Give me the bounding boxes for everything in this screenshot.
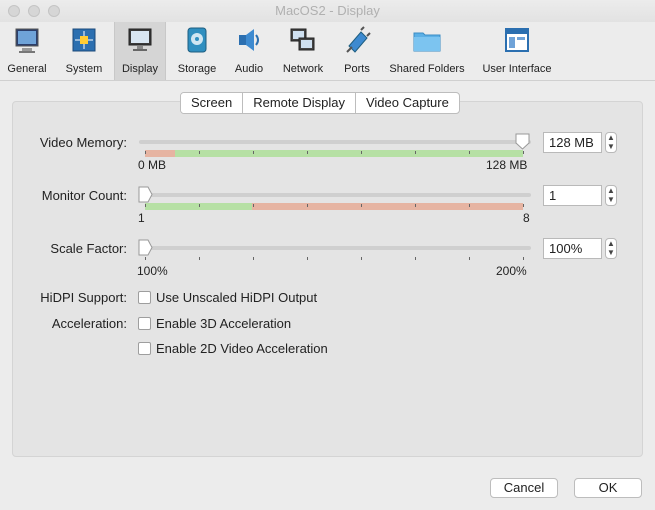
toolbar-shared-folders[interactable]: Shared Folders (388, 22, 466, 80)
scale-factor-tick (415, 257, 416, 260)
video-memory-ok-range (175, 150, 523, 157)
scale-factor-tick (523, 257, 524, 260)
enable-2d-acceleration-checkbox[interactable] (138, 342, 151, 355)
monitor-count-tick (415, 204, 416, 207)
scale-factor-label: Scale Factor: (50, 241, 127, 256)
toolbar-audio[interactable]: Audio (230, 22, 268, 80)
monitor-count-max: 8 (523, 211, 530, 225)
scale-factor-tick (361, 257, 362, 260)
hidpi-unscaled-checkbox[interactable] (138, 291, 151, 304)
video-memory-tick (469, 151, 470, 154)
tab-remote-display[interactable]: Remote Display (242, 93, 355, 113)
scale-factor-slider-knob[interactable] (138, 239, 153, 256)
hidpi-support-label: HiDPI Support: (40, 290, 127, 305)
toolbar-display[interactable]: Display (114, 22, 166, 80)
title-bar: MacOS2 - Display (0, 0, 655, 22)
video-memory-track (139, 140, 531, 144)
scale-factor-field[interactable]: 100% (543, 238, 602, 259)
monitor-count-tick (523, 204, 524, 207)
video-memory-low-range (145, 150, 175, 157)
minimize-window-button[interactable] (28, 5, 40, 17)
tab-video-capture[interactable]: Video Capture (354, 93, 459, 113)
video-memory-tick (361, 151, 362, 154)
window-title: MacOS2 - Display (275, 3, 380, 18)
video-memory-max: 128 MB (486, 158, 528, 172)
monitor-count-min: 1 (138, 211, 145, 225)
monitor-count-stepper[interactable]: ▲ ▼ (605, 185, 617, 206)
monitor-icon (15, 28, 39, 53)
scale-factor-tick (307, 257, 308, 260)
monitor-count-tick (307, 204, 308, 207)
monitor-count-tick (199, 204, 200, 207)
video-memory-min: 0 MB (138, 158, 167, 172)
monitor-count-track (139, 193, 531, 197)
window-icon (505, 28, 529, 52)
enable-3d-acceleration-option[interactable]: Enable 3D Acceleration (156, 316, 291, 331)
monitor-count-tick (253, 204, 254, 207)
scale-factor-min: 100% (137, 264, 168, 278)
zoom-window-button[interactable] (48, 5, 60, 17)
chip-icon (72, 28, 96, 52)
scale-factor-track (139, 246, 531, 250)
display-icon (128, 28, 152, 51)
video-memory-stepper[interactable]: ▲ ▼ (605, 132, 617, 153)
cancel-button[interactable]: Cancel (490, 478, 558, 498)
scale-factor-tick (469, 257, 470, 260)
toolbar-storage[interactable]: Storage (174, 22, 220, 80)
network-icon (290, 28, 315, 51)
scale-factor-tick (145, 257, 146, 260)
video-memory-tick (523, 151, 524, 154)
scale-factor-tick (199, 257, 200, 260)
toolbar-ports[interactable]: Ports (340, 22, 374, 80)
tab-screen[interactable]: Screen (181, 93, 243, 113)
tab-bar: Screen Remote Display Video Capture (180, 92, 460, 114)
video-memory-label: Video Memory: (39, 135, 127, 150)
video-memory-tick (145, 151, 146, 154)
ok-button[interactable]: OK (574, 478, 642, 498)
disk-icon (187, 27, 207, 53)
monitor-count-tick (145, 204, 146, 207)
video-memory-tick (199, 151, 200, 154)
monitor-count-tick (361, 204, 362, 207)
close-window-button[interactable] (8, 5, 20, 17)
enable-3d-acceleration-checkbox[interactable] (138, 317, 151, 330)
enable-2d-acceleration-option[interactable]: Enable 2D Video Acceleration (156, 341, 328, 356)
monitor-count-label: Monitor Count: (41, 188, 127, 203)
monitor-count-tick (469, 204, 470, 207)
toolbar-system[interactable]: System (60, 22, 108, 80)
scale-factor-max: 200% (496, 264, 527, 278)
settings-toolbar: General System Display Storage Audio Net… (0, 22, 655, 81)
monitor-count-slider-knob[interactable] (138, 186, 153, 203)
hidpi-unscaled-option[interactable]: Use Unscaled HiDPI Output (156, 290, 317, 305)
toolbar-general[interactable]: General (4, 22, 50, 80)
speaker-icon (239, 29, 259, 51)
video-memory-slider-knob[interactable] (515, 133, 530, 150)
monitor-count-warn-range (252, 203, 523, 210)
toolbar-user-interface[interactable]: User Interface (480, 22, 554, 80)
monitor-count-field[interactable]: 1 (543, 185, 602, 206)
acceleration-label: Acceleration: (51, 316, 127, 331)
video-memory-tick (307, 151, 308, 154)
plug-icon (346, 26, 371, 53)
video-memory-tick (253, 151, 254, 154)
video-memory-tick (415, 151, 416, 154)
scale-factor-stepper[interactable]: ▲ ▼ (605, 238, 617, 259)
folder-icon (413, 32, 441, 52)
toolbar-network[interactable]: Network (280, 22, 326, 80)
video-memory-field[interactable]: 128 MB (543, 132, 602, 153)
scale-factor-tick (253, 257, 254, 260)
